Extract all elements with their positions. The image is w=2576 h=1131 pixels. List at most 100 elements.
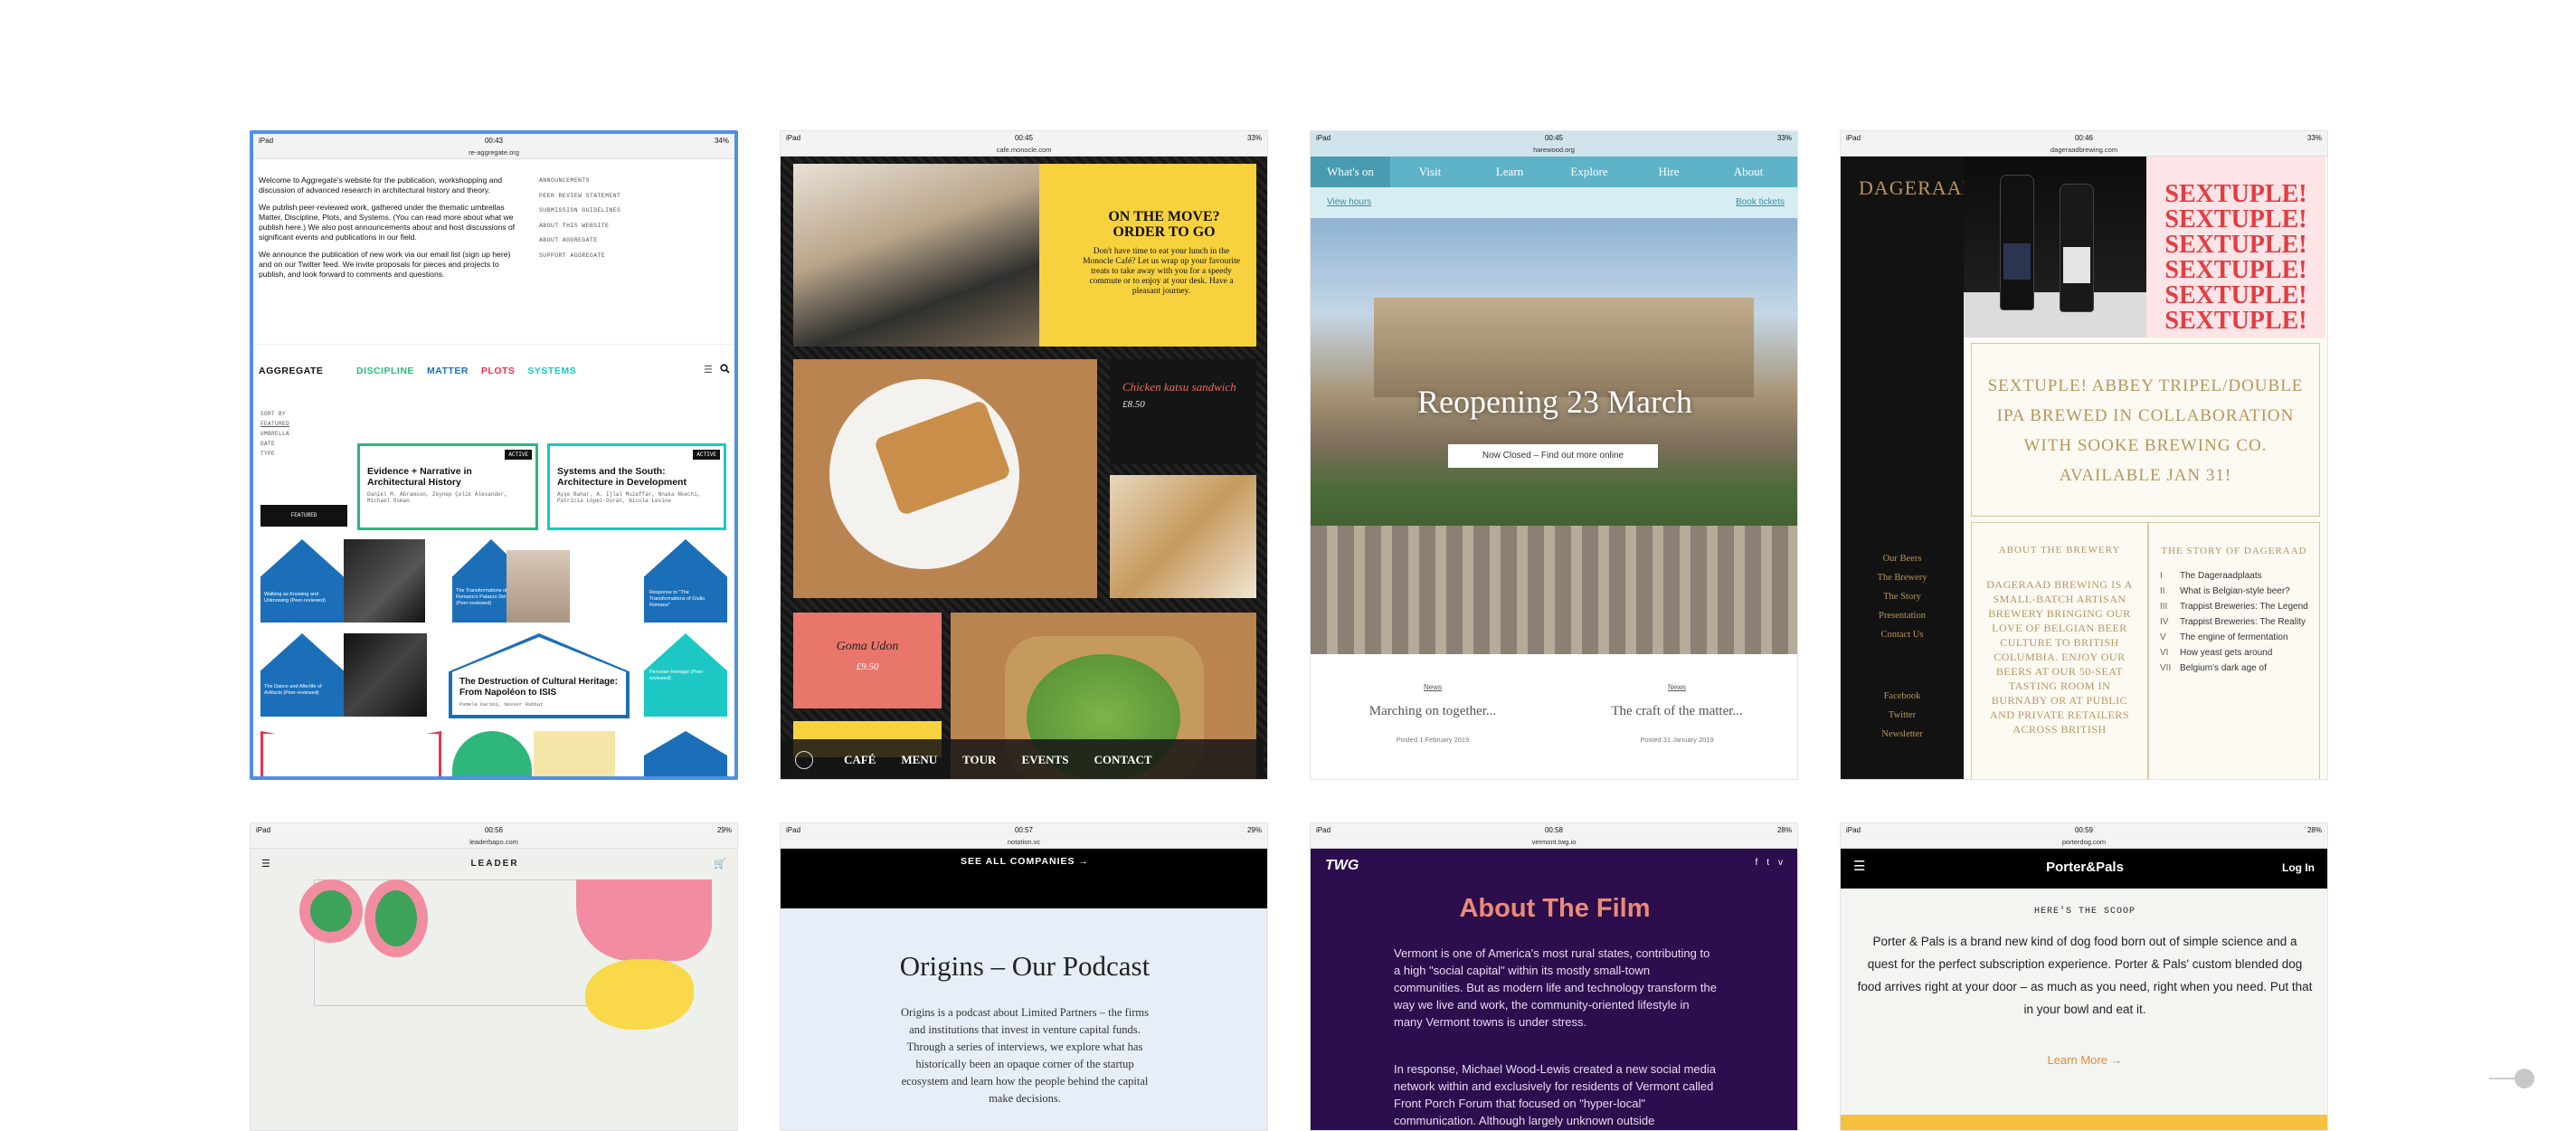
- nav-events[interactable]: EVENTS: [1021, 753, 1068, 767]
- news-item[interactable]: News The craft of the matter... Posted 3…: [1555, 683, 1797, 744]
- article-tile[interactable]: Response to "The Transformations of Giul…: [644, 539, 727, 623]
- feature-card[interactable]: ACTIVE Evidence + Narrative in Architect…: [357, 443, 538, 530]
- about-panel: ABOUT THE BREWERY DAGERAAD BREWING IS A …: [1971, 522, 2148, 779]
- nav-hire[interactable]: Hire: [1629, 157, 1709, 187]
- screenshot-card-aggregate[interactable]: iPad 00:43 34% re-aggregate.org Welcome …: [250, 130, 738, 780]
- about-title: ABOUT THE BREWERY: [1998, 545, 2121, 556]
- nav-plots[interactable]: PLOTS: [481, 366, 516, 376]
- story-item[interactable]: VII Belgium's dark age of: [2160, 663, 2308, 674]
- menu-item-panel[interactable]: Goma Udon £9.50: [793, 613, 942, 708]
- site-logo[interactable]: Porter&Pals: [1841, 860, 2327, 875]
- menu-item[interactable]: ANNOUNCEMENTS: [539, 174, 620, 189]
- nav-explore[interactable]: Explore: [1549, 157, 1629, 187]
- status-bar: iPad 00:56 29%: [251, 823, 737, 836]
- monocle-logo-icon[interactable]: [795, 751, 813, 769]
- hero-button[interactable]: Now Closed – Find out more online: [1448, 444, 1658, 468]
- nav-whats-on[interactable]: What's on: [1311, 157, 1390, 187]
- see-all-link[interactable]: SEE ALL COMPANIES: [961, 856, 1075, 867]
- menu-story[interactable]: The Story: [1841, 587, 1964, 606]
- menu-item[interactable]: ABOUT AGGREGATE: [539, 233, 620, 249]
- twitter-link[interactable]: Twitter: [1841, 706, 1964, 725]
- device-label: iPad: [1316, 825, 1331, 834]
- nav-learn[interactable]: Learn: [1470, 157, 1549, 187]
- menu-item-panel[interactable]: Chicken katsu sandwich £8.50: [1110, 359, 1256, 464]
- article-image: [344, 633, 427, 717]
- nav-about[interactable]: About: [1709, 157, 1788, 187]
- url-bar: leaderbapo.com: [251, 836, 737, 849]
- facebook-icon[interactable]: f: [1755, 858, 1757, 868]
- cart-icon[interactable]: 🛒: [714, 858, 726, 870]
- nav-discipline[interactable]: DISCIPLINE: [356, 366, 414, 376]
- newsletter-link[interactable]: Newsletter: [1841, 725, 1964, 744]
- site-logo[interactable]: LEADER: [251, 859, 737, 869]
- nav-matter[interactable]: MATTER: [427, 366, 469, 376]
- article-tile[interactable]: Walking as Knowing and Unknowing (Peer-r…: [260, 539, 344, 623]
- sort-date[interactable]: DATE: [260, 439, 289, 449]
- tile-label: Response to "The Transformations of Giul…: [649, 590, 706, 608]
- page-title: Origins – Our Podcast: [899, 950, 1151, 982]
- screenshot-card-monocle[interactable]: iPad 00:45 33% cafe.monocle.com ON THE M…: [780, 130, 1268, 780]
- menu-icon[interactable]: ☰: [704, 364, 713, 375]
- device-label: iPad: [786, 825, 801, 834]
- screenshot-card-harewood[interactable]: iPad 00:45 33% harewood.org What's on Vi…: [1310, 130, 1798, 780]
- device-label: iPad: [1846, 825, 1861, 834]
- menu-presentation[interactable]: Presentation: [1841, 606, 1964, 625]
- nav-tour[interactable]: TOUR: [962, 753, 996, 767]
- menu-item[interactable]: SUPPORT AGGREGATE: [539, 249, 620, 264]
- about-paragraph: In response, Michael Wood-Lewis created …: [1394, 1062, 1716, 1127]
- feature-card[interactable]: ACTIVE Systems and the South: Architectu…: [547, 443, 726, 530]
- screenshot-card-notation[interactable]: iPad 00:57 29% notation.vc SEE ALL COMPA…: [780, 822, 1268, 1131]
- article-tile[interactable]: [452, 731, 532, 776]
- vimeo-icon[interactable]: v: [1778, 858, 1783, 868]
- story-item[interactable]: V The engine of fermentation: [2160, 632, 2308, 643]
- see-all-bar[interactable]: SEE ALL COMPANIES →: [781, 849, 1267, 908]
- sandwich-closeup-photo: [1110, 475, 1256, 598]
- battery-label: 34%: [714, 136, 729, 145]
- menu-item[interactable]: SUBMISSION GUIDELINES: [539, 204, 620, 219]
- zoom-slider-handle[interactable]: [2514, 1069, 2534, 1088]
- search-icon[interactable]: [720, 364, 730, 376]
- article-tile[interactable]: Peruvian Heritage (Peer-reviewed): [644, 633, 727, 717]
- nav-cafe[interactable]: CAFÉ: [844, 753, 876, 767]
- time-label: 00:56: [484, 825, 504, 834]
- site-logo[interactable]: DAGERAAD: [1859, 176, 1977, 200]
- menu-brewery[interactable]: The Brewery: [1841, 568, 1964, 587]
- menu-our-beers[interactable]: Our Beers: [1841, 549, 1964, 568]
- story-item[interactable]: II What is Belgian-style beer?: [2160, 586, 2308, 597]
- menu-item[interactable]: ABOUT THIS WEBSITE: [539, 219, 620, 234]
- story-item[interactable]: VI How yeast gets around: [2160, 648, 2308, 659]
- hero-image: Reopening 23 March Now Closed – Find out…: [1311, 218, 1797, 654]
- screenshot-card-leader[interactable]: iPad 00:56 29% leaderbapo.com ☰ LEADER 🛒: [250, 822, 738, 1131]
- article-tile[interactable]: The Dance and Afterlife of Artifacts (Pe…: [260, 633, 344, 717]
- menu-contact[interactable]: Contact Us: [1841, 625, 1964, 644]
- story-item[interactable]: III Trappist Breweries: The Legend: [2160, 602, 2308, 613]
- screenshot-card-vermont[interactable]: iPad 00:58 28% vermont.twg.io TWG f t v …: [1310, 822, 1798, 1131]
- article-tile[interactable]: [644, 731, 727, 776]
- view-hours-link[interactable]: View hours: [1327, 197, 1371, 207]
- menu-item[interactable]: PEER REVIEW STATEMENT: [539, 189, 620, 204]
- article-tile[interactable]: [260, 731, 441, 776]
- site-logo[interactable]: TWG: [1325, 858, 1359, 874]
- twitter-icon[interactable]: t: [1766, 858, 1769, 868]
- story-item[interactable]: I The Dageraadplaats: [2160, 571, 2308, 582]
- url-bar: re-aggregate.org: [253, 147, 734, 159]
- feature-authors: Ayşe Bahar, A. Ijlal Muzaffar, Nnaka Nke…: [557, 491, 701, 504]
- story-item[interactable]: IV Trappist Breweries: The Reality: [2160, 617, 2308, 628]
- nav-contact[interactable]: CONTACT: [1094, 753, 1151, 767]
- facebook-link[interactable]: Facebook: [1841, 687, 1964, 706]
- login-link[interactable]: Log In: [2282, 861, 2315, 874]
- nav-visit[interactable]: Visit: [1390, 157, 1470, 187]
- featured-button[interactable]: FEATURED: [260, 505, 347, 527]
- site-logo[interactable]: AGGREGATE: [259, 366, 323, 376]
- sort-type[interactable]: TYPE: [260, 449, 289, 459]
- screenshot-card-dageraad[interactable]: iPad 00:46 33% dageraadbrewing.com DAGER…: [1840, 130, 2328, 780]
- nav-menu[interactable]: MENU: [901, 753, 937, 767]
- time-label: 00:43: [484, 136, 504, 145]
- news-item[interactable]: News Marching on together... Posted 1 Fe…: [1311, 683, 1555, 744]
- sort-featured[interactable]: FEATURED: [260, 419, 289, 429]
- sort-umbrella[interactable]: UMBRELLA: [260, 429, 289, 439]
- nav-systems[interactable]: SYSTEMS: [527, 366, 576, 376]
- learn-more-link[interactable]: Learn More →: [1841, 1053, 2327, 1067]
- screenshot-card-porter[interactable]: iPad 00:59 28% porterdog.com ☰ Porter&Pa…: [1840, 822, 2328, 1131]
- book-tickets-link[interactable]: Book tickets: [1736, 197, 1785, 207]
